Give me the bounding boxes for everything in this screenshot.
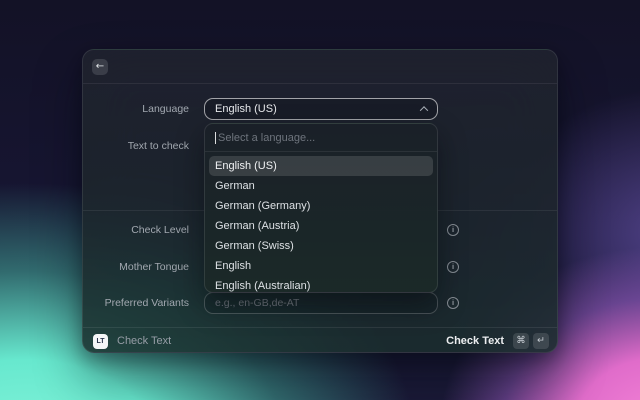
- info-icon[interactable]: i: [447, 224, 459, 236]
- extension-window: ← Language Text to check Check Level Mot…: [82, 49, 558, 353]
- chevron-up-icon: [419, 106, 429, 115]
- language-label: Language: [142, 103, 189, 115]
- back-button[interactable]: ←: [92, 59, 108, 75]
- dropdown-option[interactable]: German (Germany): [209, 196, 433, 216]
- dropdown-option[interactable]: English (US): [209, 156, 433, 176]
- language-dropdown-panel: English (US) German German (Germany) Ger…: [204, 123, 438, 293]
- languagetool-logo-icon: LT: [93, 333, 108, 349]
- dropdown-search-row: [205, 124, 437, 151]
- command-title: Check Text: [117, 335, 172, 347]
- dropdown-option[interactable]: German (Swiss): [209, 236, 433, 256]
- mother-tongue-label: Mother Tongue: [119, 261, 189, 273]
- info-icon[interactable]: i: [447, 297, 459, 309]
- language-select-value: English (US): [215, 103, 277, 115]
- preferred-variants-label: Preferred Variants: [104, 297, 189, 309]
- dropdown-options-list: English (US) German German (Germany) Ger…: [205, 152, 437, 292]
- language-select[interactable]: English (US): [204, 98, 438, 120]
- dropdown-option[interactable]: German: [209, 176, 433, 196]
- desktop-background: ← Language Text to check Check Level Mot…: [0, 0, 640, 400]
- command-key-icon: ⌘: [513, 333, 529, 349]
- text-to-check-label: Text to check: [127, 140, 189, 152]
- text-cursor: [215, 131, 216, 144]
- check-text-button-label: Check Text: [446, 335, 504, 347]
- dropdown-search-input[interactable]: [218, 131, 427, 144]
- action-bar: LT Check Text Check Text ⌘ ↵: [83, 327, 557, 354]
- window-header: ←: [83, 50, 557, 84]
- preferred-variants-input[interactable]: [204, 292, 438, 314]
- check-text-button[interactable]: Check Text ⌘ ↵: [446, 333, 549, 349]
- dropdown-option[interactable]: English (Australian): [209, 276, 433, 292]
- dropdown-option[interactable]: English: [209, 256, 433, 276]
- return-key-icon: ↵: [533, 333, 549, 349]
- check-level-label: Check Level: [131, 224, 189, 236]
- dropdown-option[interactable]: German (Austria): [209, 216, 433, 236]
- info-icon[interactable]: i: [447, 261, 459, 273]
